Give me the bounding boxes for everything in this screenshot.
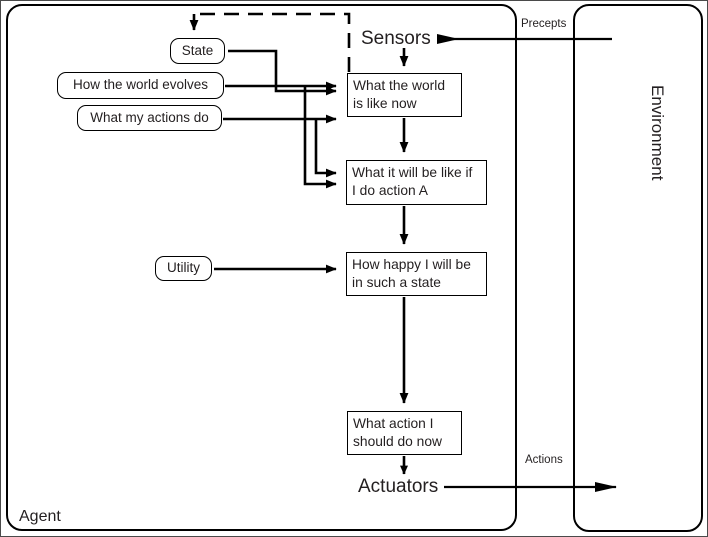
agent-panel-label: Agent <box>19 508 61 525</box>
node-happiness-line1: How happy I will be <box>352 257 471 272</box>
diagram-canvas: State How the world evolves What my acti… <box>0 0 708 537</box>
actions-label: Actions <box>525 454 563 466</box>
node-state-label: State <box>181 42 214 58</box>
node-predicted-state-line1: What it will be like if <box>352 165 473 180</box>
node-what-my-actions-do[interactable]: What my actions do <box>77 105 222 131</box>
node-what-my-actions-do-label: What my actions do <box>90 109 209 125</box>
node-world-now-line2: is like now <box>353 96 417 112</box>
environment-panel-label: Environment <box>648 85 667 181</box>
node-state[interactable]: State <box>170 38 225 64</box>
percepts-label: Precepts <box>521 18 567 30</box>
environment-panel <box>573 4 703 532</box>
node-chosen-action-line2: should do now <box>353 434 442 450</box>
node-utility[interactable]: Utility <box>155 256 212 281</box>
node-utility-label: Utility <box>167 260 200 276</box>
node-world-now[interactable]: What the world is like now <box>347 73 462 117</box>
node-chosen-action-line1: What action I <box>353 416 434 431</box>
node-happiness-line2: in such a state <box>352 275 441 291</box>
node-predicted-state-line2: I do action A <box>352 183 428 199</box>
node-chosen-action[interactable]: What action I should do now <box>347 411 462 455</box>
node-world-now-line1: What the world <box>353 78 446 93</box>
node-how-world-evolves-label: How the world evolves <box>72 77 209 93</box>
node-how-world-evolves[interactable]: How the world evolves <box>57 72 224 99</box>
node-predicted-state[interactable]: What it will be like if I do action A <box>346 160 487 205</box>
sensors-label: Sensors <box>361 28 431 49</box>
actuators-label: Actuators <box>358 476 439 497</box>
node-happiness[interactable]: How happy I will be in such a state <box>346 252 487 296</box>
